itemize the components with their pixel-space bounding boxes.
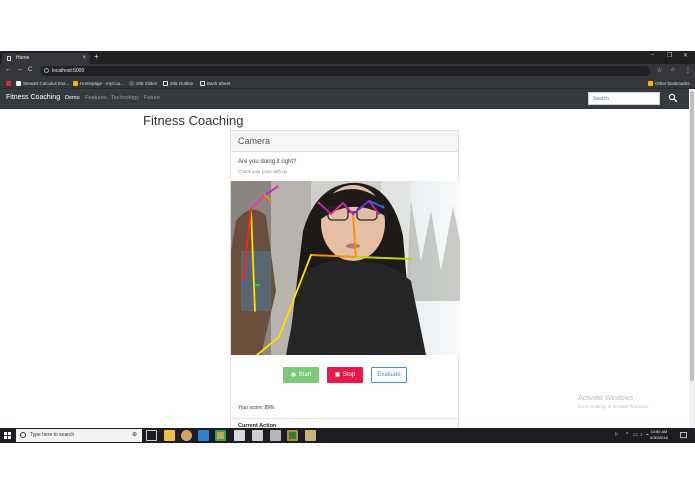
bookmark-label: Homepage - myCou... — [80, 81, 125, 86]
url-field[interactable]: localhost:5000 — [40, 66, 650, 76]
camera-feed — [231, 181, 460, 355]
reload-button[interactable]: C — [28, 67, 32, 73]
vscode-icon[interactable] — [198, 430, 209, 441]
question-text: Are you doing it right? — [238, 159, 297, 165]
nav-future[interactable]: Future — [144, 95, 160, 101]
page-title: Fitness Coaching — [143, 113, 244, 128]
bookmark-favicon-icon — [6, 81, 11, 86]
nav-features[interactable]: Features — [85, 95, 107, 101]
chrome-icon[interactable] — [181, 430, 192, 441]
score-text: Your score: 89% — [238, 405, 275, 411]
extension-icon[interactable]: ⌂ — [671, 67, 675, 73]
scrollbar-thumb[interactable] — [690, 91, 694, 381]
battery-icon[interactable]: ▭ — [633, 432, 638, 438]
taskbar-search-placeholder: Type here to search — [30, 432, 75, 438]
windows-taskbar: Type here to search ⊕ ⚐ ^ ▭ ♪ ⌁ 10:50 AM… — [0, 428, 695, 443]
bookmark-favicon-icon — [200, 81, 205, 86]
search-icon[interactable] — [668, 93, 678, 103]
other-bookmarks-label: Other bookmarks — [655, 81, 690, 86]
bookmark-item[interactable]: 206 Outline — [163, 80, 193, 87]
bookmark-item[interactable]: Homepage - myCou... — [73, 80, 124, 87]
evaluate-button[interactable]: Evaluate — [371, 367, 407, 383]
stop-button[interactable]: Stop — [327, 367, 363, 383]
task-view-icon[interactable] — [146, 430, 157, 441]
cortana-icon — [20, 432, 26, 438]
tab-title: Home — [16, 55, 30, 61]
clock-date: 9/30/2018 — [650, 435, 668, 440]
page-icon — [7, 56, 11, 61]
url-text: localhost:5000 — [52, 68, 85, 74]
activate-windows-hint: Go to Settings to activate Windows. — [578, 404, 650, 409]
search-input[interactable]: Search — [588, 92, 660, 105]
back-button[interactable]: ← — [5, 66, 12, 73]
forward-button[interactable]: → — [16, 66, 23, 73]
folder-icon — [648, 81, 653, 86]
record-icon — [291, 371, 296, 377]
other-bookmarks[interactable]: Other bookmarks — [648, 80, 690, 87]
taskbar-search[interactable]: Type here to search ⊕ — [16, 429, 142, 442]
bookmark-label: 206 Outline — [170, 81, 194, 86]
stop-label: Stop — [342, 372, 356, 378]
bookmarks-bar: Stewart Calculus Ess... Homepage - myCou… — [0, 78, 695, 89]
nav-demo[interactable]: Demo — [65, 95, 80, 101]
start-label: Start — [298, 372, 312, 378]
site-navbar: Fitness Coaching Demo Features Technolog… — [0, 89, 689, 109]
photos-icon[interactable] — [252, 430, 263, 441]
subtitle-text: Check your pose with us — [238, 169, 288, 174]
maximize-button[interactable]: ❐ — [667, 52, 672, 59]
bookmark-favicon-icon — [73, 81, 78, 86]
windows-start-icon[interactable] — [4, 432, 11, 439]
chevron-up-icon[interactable]: ^ — [626, 432, 628, 438]
bookmark-item[interactable]: 208 Slides — [129, 80, 157, 87]
card-title: Camera — [231, 131, 458, 152]
bookmark-label: Stewart Calculus Ess... — [23, 81, 70, 86]
volume-icon[interactable]: ♪ — [640, 432, 643, 438]
settings-icon[interactable] — [270, 430, 281, 441]
minimize-button[interactable]: – — [651, 52, 654, 58]
security-icon[interactable] — [215, 430, 226, 441]
network-icon[interactable]: ⌁ — [646, 432, 649, 438]
bookmark-label: Bash Sheet — [207, 81, 231, 86]
bookmark-label: 208 Slides — [136, 81, 158, 86]
screen: Home × + – ❐ ✕ ← → C localhost:5000 ☆ ⌂ … — [0, 51, 695, 443]
game-icon[interactable] — [305, 430, 316, 441]
site-brand[interactable]: Fitness Coaching — [6, 94, 60, 101]
terminal-icon[interactable] — [287, 430, 298, 441]
browser-tab[interactable]: Home × — [2, 53, 90, 64]
menu-icon[interactable]: ⋮ — [685, 67, 691, 74]
microphone-icon[interactable]: ⊕ — [132, 429, 137, 442]
nav-technology[interactable]: Technology — [111, 95, 139, 101]
browser-tab-strip: Home × + – ❐ ✕ — [0, 51, 695, 64]
bookmark-favicon-icon — [16, 81, 21, 86]
page-scrollbar[interactable] — [689, 89, 695, 428]
bookmark-favicon-icon — [129, 81, 134, 86]
bookmark-star-icon[interactable]: ☆ — [657, 67, 662, 74]
bookmark-item[interactable]: Stewart Calculus Ess... — [16, 80, 69, 87]
address-bar-row: ← → C localhost:5000 ☆ ⌂ ⋮ — [0, 64, 695, 78]
activate-windows-title: Activate Windows — [578, 395, 634, 402]
new-tab-button[interactable]: + — [94, 52, 99, 61]
notification-icon[interactable] — [680, 432, 687, 439]
start-button[interactable]: Start — [283, 367, 319, 383]
close-window-button[interactable]: ✕ — [683, 52, 688, 59]
file-explorer-icon[interactable] — [164, 430, 175, 441]
camera-card: Camera Are you doing it right? Check you… — [230, 130, 460, 430]
people-icon[interactable]: ⚐ — [614, 432, 618, 438]
stop-icon — [335, 371, 340, 377]
bookmark-item[interactable]: Bash Sheet — [200, 80, 230, 87]
tab-close-icon[interactable]: × — [82, 53, 86, 64]
bookmark-favicon-icon — [163, 81, 168, 86]
info-icon[interactable] — [44, 68, 49, 73]
divider — [231, 418, 458, 419]
system-clock[interactable]: 10:50 AM 9/30/2018 — [650, 429, 668, 441]
notes-icon[interactable] — [234, 430, 245, 441]
